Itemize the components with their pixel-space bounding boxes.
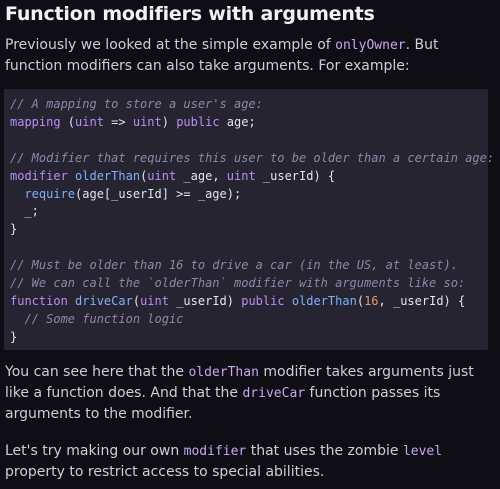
inline-code-level: level (402, 444, 443, 459)
code-line-4: // Modifier that requires this user to b… (10, 150, 495, 165)
code-pre: // A mapping to store a user's age: mapp… (4, 89, 494, 354)
code-line-7: _; (10, 204, 39, 219)
code-line-6: require(age[_userId] >= _age); (24, 186, 242, 201)
intro-text: Previously we looked at the simple examp… (5, 37, 336, 53)
para3-text-2: that uses the zombie (246, 443, 403, 459)
lesson-heading: Function modifiers with arguments (5, 3, 375, 25)
code-line-8: } (10, 222, 18, 237)
task-paragraph: Let's try making our own modifier that u… (5, 441, 491, 483)
code-line-1: // A mapping to store a user's age: (10, 97, 263, 111)
para3-text-1: Let's try making our own (5, 443, 184, 459)
code-line-11: // We can call the `olderThan` modifier … (10, 276, 466, 291)
explanation-paragraph: You can see here that the olderThan modi… (5, 362, 491, 425)
code-line-12: function driveCar(uint _userId) public o… (10, 293, 466, 308)
inline-code-drivecar: driveCar (242, 386, 306, 401)
code-block: // A mapping to store a user's age: mapp… (4, 89, 494, 350)
lesson-page: Function modifiers with arguments Previo… (0, 0, 500, 489)
code-line-5: modifier olderThan(uint _age, uint _user… (10, 168, 336, 183)
intro-paragraph: Previously we looked at the simple examp… (5, 35, 491, 77)
code-line-14: } (10, 329, 18, 344)
para3-text-3: property to restrict access to special a… (5, 464, 325, 480)
inline-code-olderthan: olderThan (188, 365, 259, 380)
code-line-2: mapping (uint => uint) public age; (10, 114, 256, 129)
para2-text-1: You can see here that the (5, 364, 189, 380)
inline-code-modifier: modifier (183, 444, 247, 459)
inline-code-onlyowner: onlyOwner (335, 38, 406, 53)
code-line-13: // Some function logic (10, 311, 184, 326)
code-line-10: // Must be older than 16 to drive a car … (10, 258, 458, 273)
